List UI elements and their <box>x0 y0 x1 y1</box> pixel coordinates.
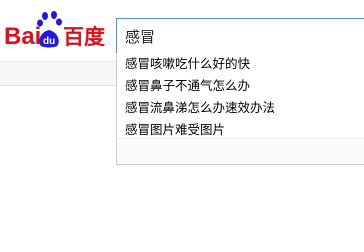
search-box <box>116 18 364 54</box>
svg-text:百度: 百度 <box>63 25 105 49</box>
svg-text:du: du <box>43 36 55 47</box>
baidu-paw-logo-icon: Bai du 百度 <box>4 11 105 50</box>
page: Bai du 百度 感冒咳嗽吃什么好的快 感冒鼻子不通气怎么办 感冒流鼻涕怎么办… <box>0 0 364 252</box>
suggestion-item[interactable]: 感冒咳嗽吃什么好的快 <box>117 53 364 75</box>
suggestion-item[interactable]: 感冒鼻子不通气怎么办 <box>117 75 364 97</box>
search-input[interactable] <box>125 26 364 46</box>
baidu-logo[interactable]: Bai du 百度 <box>4 10 108 50</box>
svg-text:Bai: Bai <box>4 23 41 50</box>
suggestion-footer <box>117 138 364 164</box>
suggestion-item[interactable]: 感冒流鼻涕怎么办速效办法 <box>117 97 364 119</box>
suggestion-dropdown: 感冒咳嗽吃什么好的快 感冒鼻子不通气怎么办 感冒流鼻涕怎么办速效办法 感冒图片难… <box>116 53 364 165</box>
suggestion-list: 感冒咳嗽吃什么好的快 感冒鼻子不通气怎么办 感冒流鼻涕怎么办速效办法 感冒图片难… <box>117 53 364 141</box>
